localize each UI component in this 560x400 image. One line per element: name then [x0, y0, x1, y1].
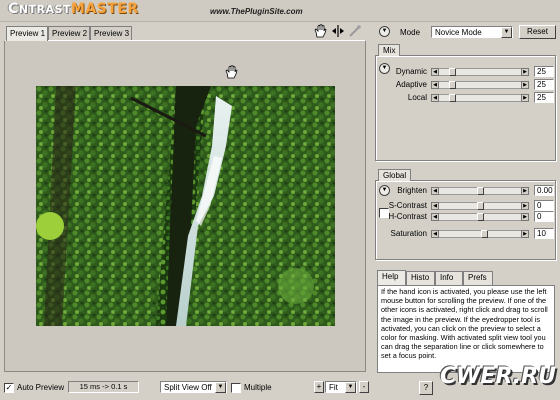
saturation-slider[interactable]: ◀ ▶	[431, 230, 529, 238]
s-contrast-slider-thumb[interactable]	[477, 202, 484, 210]
slider-right-arrow-icon[interactable]: ▶	[521, 230, 529, 238]
mode-label: Mode	[400, 28, 421, 37]
auto-preview-label: Auto Preview	[17, 383, 65, 392]
adaptive-slider[interactable]: ◀ ▶	[431, 81, 529, 89]
brighten-slider-thumb[interactable]	[477, 187, 484, 195]
dynamic-slider-thumb[interactable]	[449, 68, 456, 76]
tab-prefs[interactable]: Prefs	[463, 271, 493, 285]
help-text: If the hand icon is activated, you pleas…	[377, 285, 555, 373]
h-contrast-label: H-Contrast	[388, 212, 427, 221]
chevron-down-icon[interactable]: ▼	[215, 382, 226, 393]
site-link[interactable]: www.ThePluginSite.com	[210, 7, 303, 16]
zoom-in-button[interactable]: +	[314, 381, 324, 393]
s-contrast-value-input[interactable]: 0	[534, 200, 554, 211]
slider-right-arrow-icon[interactable]: ▶	[521, 81, 529, 89]
h-contrast-slider[interactable]: ◀ ▶	[431, 213, 529, 221]
app-logo: CNTRASTMASTER	[8, 1, 139, 17]
tab-preview-3[interactable]: Preview 3	[90, 26, 132, 40]
h-contrast-slider-thumb[interactable]	[477, 213, 484, 221]
slider-left-arrow-icon[interactable]: ◀	[431, 230, 439, 238]
global-tab[interactable]: Global	[378, 169, 412, 181]
eyedropper-icon[interactable]	[348, 24, 362, 38]
hand-icon[interactable]	[313, 24, 327, 38]
saturation-value-input[interactable]: 10	[534, 228, 554, 239]
s-contrast-slider[interactable]: ◀ ▶	[431, 202, 529, 210]
slider-left-arrow-icon[interactable]: ◀	[431, 187, 439, 195]
zoom-select[interactable]: Fit ▼	[325, 381, 357, 393]
slider-left-arrow-icon[interactable]: ◀	[431, 81, 439, 89]
dynamic-value-input[interactable]: 25	[534, 66, 554, 77]
h-contrast-value-input[interactable]: 0	[534, 211, 554, 222]
watermark: CWER.RU	[440, 364, 556, 389]
slider-right-arrow-icon[interactable]: ▶	[521, 187, 529, 195]
slider-left-arrow-icon[interactable]: ◀	[431, 213, 439, 221]
preview-image[interactable]	[36, 86, 335, 326]
local-slider[interactable]: ◀ ▶	[431, 94, 529, 102]
mode-select[interactable]: Novice Mode ▼	[431, 26, 513, 38]
s-contrast-label: S-Contrast	[388, 201, 427, 210]
brighten-label: Brighten	[397, 186, 427, 195]
adaptive-value-input[interactable]: 25	[534, 79, 554, 90]
slider-right-arrow-icon[interactable]: ▶	[521, 68, 529, 76]
brighten-slider[interactable]: ◀ ▶	[431, 187, 529, 195]
dynamic-label: Dynamic	[395, 67, 427, 76]
mix-tab[interactable]: Mix	[378, 44, 401, 56]
tab-preview-2[interactable]: Preview 2	[48, 26, 90, 40]
reset-button[interactable]: Reset	[519, 25, 556, 39]
slider-left-arrow-icon[interactable]: ◀	[431, 202, 439, 210]
tab-help[interactable]: Help	[377, 270, 406, 285]
local-value-input[interactable]: 25	[534, 92, 554, 103]
multiple-checkbox[interactable]	[231, 383, 241, 393]
slider-left-arrow-icon[interactable]: ◀	[431, 68, 439, 76]
hand-cursor-icon	[224, 65, 238, 79]
split-view-icon[interactable]	[331, 24, 345, 38]
dynamic-slider[interactable]: ◀ ▶	[431, 68, 529, 76]
saturation-label: Saturation	[390, 229, 427, 238]
saturation-slider-thumb[interactable]	[481, 230, 488, 238]
auto-preview-checkbox[interactable]: ✓	[4, 383, 14, 393]
slider-left-arrow-icon[interactable]: ◀	[431, 94, 439, 102]
multiple-label: Multiple	[244, 383, 272, 392]
chevron-down-icon[interactable]: ▼	[501, 27, 512, 38]
chevron-down-icon[interactable]: ▼	[345, 382, 356, 393]
mode-collapse-icon[interactable]: ▼	[379, 26, 390, 37]
slider-right-arrow-icon[interactable]: ▶	[521, 202, 529, 210]
split-view-select[interactable]: Split View Off ▼	[160, 381, 227, 393]
zoom-out-button[interactable]: -	[359, 381, 369, 393]
local-slider-thumb[interactable]	[449, 94, 456, 102]
slider-right-arrow-icon[interactable]: ▶	[521, 94, 529, 102]
adaptive-label: Adaptive	[395, 80, 427, 89]
timing-display: 15 ms -> 0.1 s	[68, 381, 139, 393]
brighten-value-input[interactable]: 0.00	[534, 185, 554, 196]
tab-info[interactable]: Info	[435, 271, 463, 285]
tab-histo[interactable]: Histo	[406, 271, 435, 285]
help-button[interactable]: ?	[419, 381, 433, 395]
adaptive-slider-thumb[interactable]	[449, 81, 456, 89]
tab-preview-1[interactable]: Preview 1	[6, 26, 48, 41]
slider-right-arrow-icon[interactable]: ▶	[521, 213, 529, 221]
local-label: Local	[407, 93, 427, 102]
